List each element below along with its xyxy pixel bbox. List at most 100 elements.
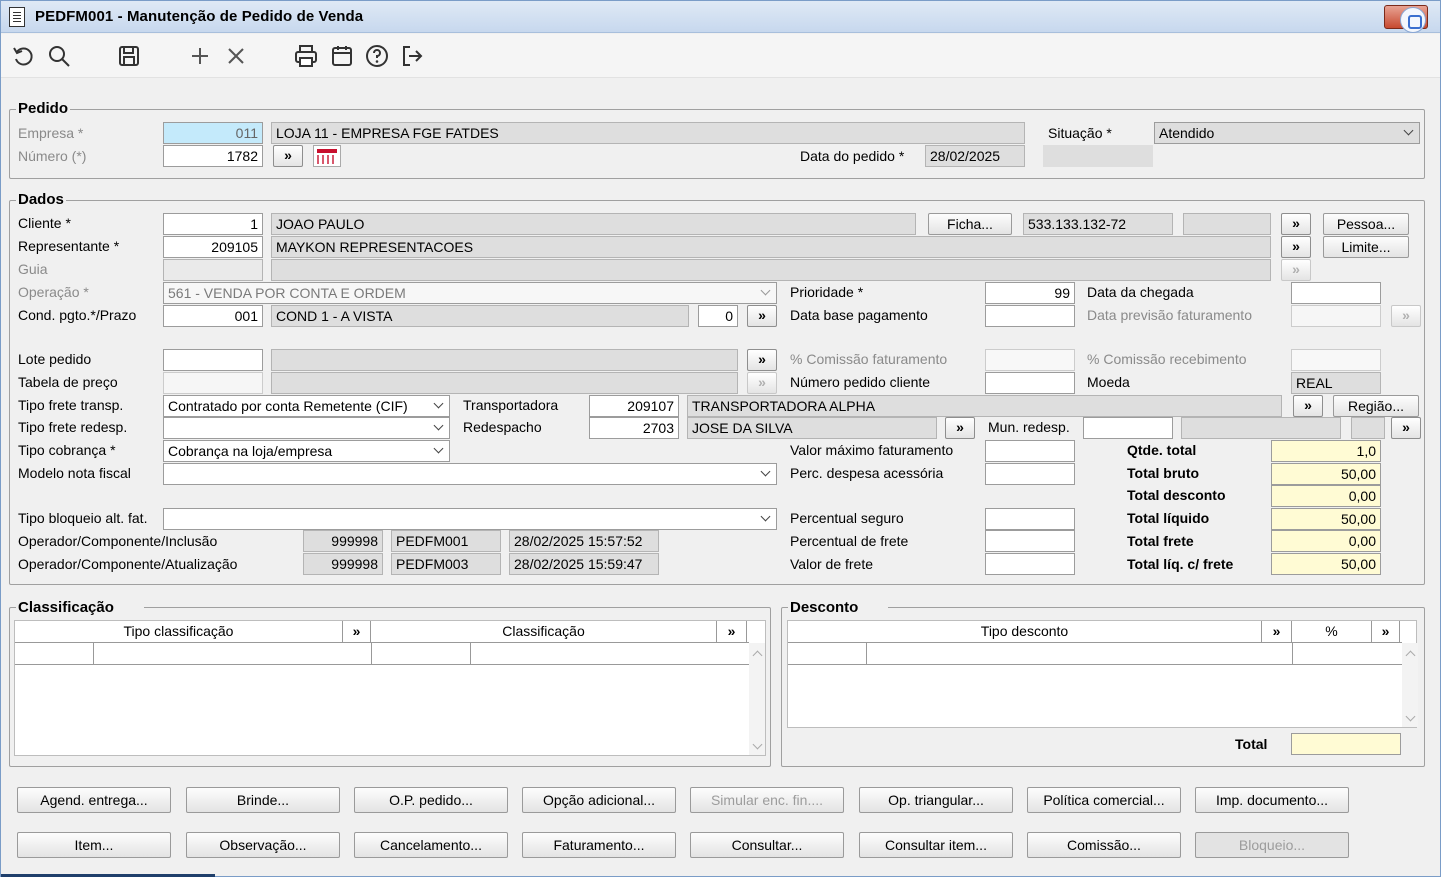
op-triangular-button[interactable]: Op. triangular... [859,787,1013,813]
transportadora-code-field[interactable]: 209107 [589,395,679,417]
save-icon[interactable] [117,44,141,68]
chevron-down-icon [433,421,445,433]
cliente-lookup-button[interactable]: » [1281,213,1311,235]
comissao-button[interactable]: Comissão... [1027,832,1181,858]
perc-frete-field[interactable] [985,530,1075,552]
num-pedido-cliente-label: Número pedido cliente [790,374,931,390]
scroll-up-icon[interactable] [752,649,762,659]
item-button[interactable]: Item... [17,832,171,858]
frete-transp-value: Contratado por conta Remetente (CIF) [168,398,408,414]
add-icon[interactable] [188,44,212,68]
agend-entrega-button[interactable]: Agend. entrega... [17,787,171,813]
operacao-select[interactable]: 561 - VENDA POR CONTA E ORDEM [163,282,777,304]
valor-max-field[interactable] [985,440,1075,462]
consultar-button[interactable]: Consultar... [690,832,844,858]
numero-field[interactable]: 1782 [163,145,263,167]
redespacho-code-field[interactable]: 2703 [589,417,679,439]
print-icon[interactable] [294,44,318,68]
frete-transp-select[interactable]: Contratado por conta Remetente (CIF) [163,395,450,417]
scroll-up-icon[interactable] [1405,649,1415,659]
simular-enc-fin-button[interactable]: Simular enc. fin.... [690,787,844,813]
mun-redesp-lookup-button[interactable]: » [1391,417,1421,439]
bloqueio-button[interactable]: Bloqueio... [1195,832,1349,858]
num-pedido-cliente-field[interactable] [985,372,1075,394]
transportadora-lookup-button[interactable]: » [1293,395,1323,417]
situacao-select[interactable]: Atendido [1154,122,1420,144]
data-base-field[interactable] [985,305,1075,327]
cond-pgto-code-field[interactable]: 001 [163,305,263,327]
table-row[interactable] [788,643,1402,665]
lote-label: Lote pedido [18,351,92,367]
cobranca-select[interactable]: Cobrança na loja/empresa [163,440,450,462]
opcao-adicional-button[interactable]: Opção adicional... [522,787,676,813]
valor-max-label: Valor máximo faturamento [790,442,954,458]
cancelamento-button[interactable]: Cancelamento... [354,832,508,858]
politica-comercial-button[interactable]: Política comercial... [1027,787,1181,813]
desconto-scrollbar[interactable] [1402,643,1418,727]
col-percentual[interactable]: % [1292,621,1372,643]
total-liquido-field: 50,00 [1271,508,1381,530]
col-classificacao[interactable]: Classificação [371,621,717,643]
op-inclusao-code-field: 999998 [303,530,383,552]
toolbar [1,34,1440,78]
chevron-down-icon [760,467,772,479]
brinde-button[interactable]: Brinde... [186,787,340,813]
limite-button[interactable]: Limite... [1323,236,1409,258]
classificacao-scrollbar[interactable] [749,643,765,755]
imp-documento-button[interactable]: Imp. documento... [1195,787,1349,813]
app-window: PEDFM001 - Manutenção de Pedido de Venda [0,0,1441,877]
valor-frete-field[interactable] [985,553,1075,575]
data-chegada-field[interactable] [1291,282,1381,304]
prioridade-field[interactable]: 99 [985,282,1075,304]
scroll-down-icon[interactable] [1405,713,1415,723]
consultar-item-button[interactable]: Consultar item... [859,832,1013,858]
transportadora-name-field: TRANSPORTADORA ALPHA [687,395,1282,417]
perc-despesa-field[interactable] [985,463,1075,485]
screen-capture-icon[interactable] [1400,7,1426,33]
help-icon[interactable] [365,44,389,68]
ficha-button[interactable]: Ficha... [928,213,1012,235]
cell-divider [470,643,471,665]
pessoa-button[interactable]: Pessoa... [1323,213,1409,235]
mun-redesp-code-field[interactable] [1083,417,1173,439]
prazo-field[interactable]: 0 [698,305,738,327]
col-pct-lookup-button[interactable]: » [1372,621,1400,643]
calendar-icon[interactable] [313,145,341,167]
col-tipo-lookup-button[interactable]: » [343,621,371,643]
exit-icon[interactable] [400,44,424,68]
op-pedido-button[interactable]: O.P. pedido... [354,787,508,813]
regiao-button[interactable]: Região... [1333,395,1419,417]
empresa-name-field: LOJA 11 - EMPRESA FGE FATDES [271,122,1025,144]
frete-redesp-select[interactable] [163,417,450,439]
cliente-code-field[interactable]: 1 [163,213,263,235]
representante-lookup-button[interactable]: » [1281,236,1311,258]
data-pedido-label: Data do pedido * [800,148,905,164]
col-desconto-lookup-button[interactable]: » [1262,621,1292,643]
empresa-code-field[interactable]: 011 [163,122,263,144]
perc-seguro-field[interactable] [985,508,1075,530]
guia-lookup-button[interactable]: » [1281,259,1311,281]
modelo-select[interactable] [163,463,777,485]
chevron-down-icon [433,399,445,411]
scroll-down-icon[interactable] [752,741,762,751]
bloqueio-select[interactable] [163,508,777,530]
window-title: PEDFM001 - Manutenção de Pedido de Venda [35,8,364,25]
col-tipo-desconto[interactable]: Tipo desconto [788,621,1262,643]
search-icon[interactable] [47,44,71,68]
col-tipo-classificacao[interactable]: Tipo classificação [15,621,343,643]
table-row[interactable] [15,643,749,665]
faturamento-button[interactable]: Faturamento... [522,832,676,858]
cond-pgto-lookup-button[interactable]: » [747,305,777,327]
undo-icon[interactable] [11,44,35,68]
observacao-button[interactable]: Observação... [186,832,340,858]
delete-icon[interactable] [224,44,248,68]
lote-code-field[interactable] [163,349,263,371]
data-previsao-button[interactable]: » [1391,305,1421,327]
tabela-preco-lookup-button[interactable]: » [747,372,777,394]
col-class-lookup-button[interactable]: » [717,621,747,643]
representante-code-field[interactable]: 209105 [163,236,263,258]
numero-lookup-button[interactable]: » [273,145,303,167]
lote-lookup-button[interactable]: » [747,349,777,371]
calendar-icon[interactable] [330,44,354,68]
redespacho-lookup-button[interactable]: » [945,417,975,439]
